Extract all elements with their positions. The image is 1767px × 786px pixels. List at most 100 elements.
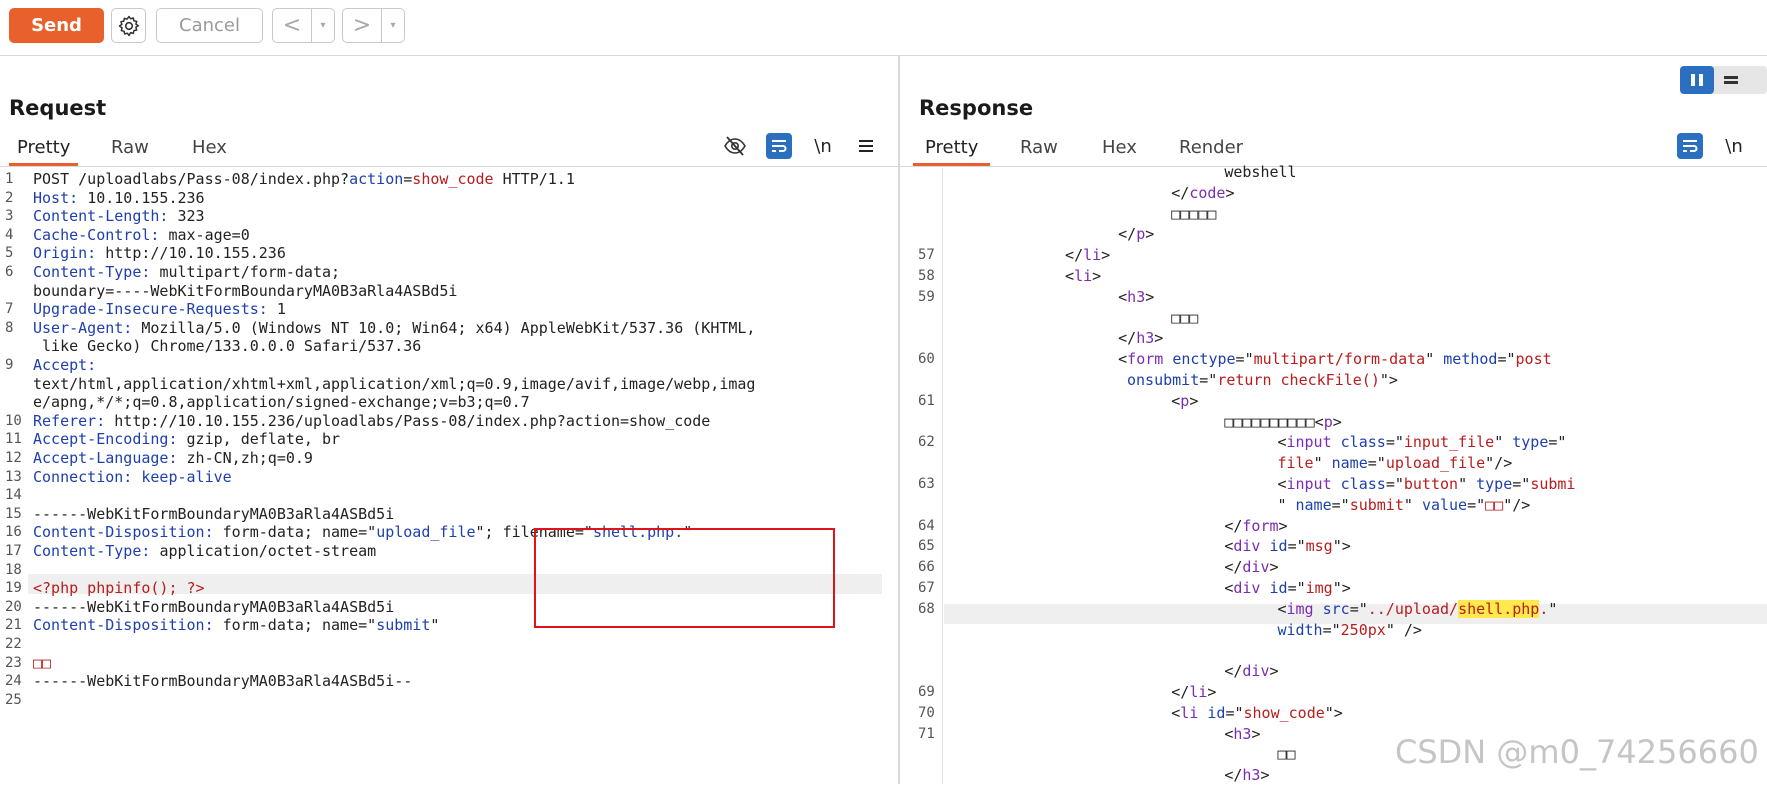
response-token: "/> — [1503, 495, 1531, 514]
hide-nonprintable-button[interactable] — [722, 133, 748, 159]
response-token: li — [1074, 267, 1093, 285]
response-code-line: <h3> — [1118, 287, 1154, 308]
request-token: form-data; name=" — [222, 523, 377, 542]
response-line-number: 59 — [918, 288, 935, 305]
forward-dropdown-icon[interactable]: ▾ — [381, 9, 404, 42]
request-token: max-age=0 — [168, 225, 250, 244]
request-code-line: <?php phpinfo(); ?> — [33, 579, 205, 598]
response-newline-toggle-button[interactable]: \n — [1721, 133, 1747, 159]
response-line-number: 60 — [918, 351, 935, 368]
response-token: < — [1118, 350, 1128, 369]
cancel-button[interactable]: Cancel — [156, 8, 263, 43]
response-line-number: 70 — [918, 704, 935, 721]
response-token: form — [1242, 516, 1279, 535]
response-token: onsubmit — [1127, 371, 1200, 389]
response-code-line: <form enctype="multipart/form-data" meth… — [1118, 349, 1552, 370]
response-token: </ — [1224, 516, 1243, 535]
response-token: > — [1251, 724, 1261, 743]
response-code-line: </h3> — [1224, 765, 1269, 786]
response-token: > — [1092, 267, 1102, 285]
response-line-number: 58 — [918, 268, 935, 284]
list-view-button[interactable] — [1714, 66, 1748, 94]
response-token: enctype — [1163, 350, 1236, 369]
menu-icon — [859, 140, 873, 152]
response-token: h3 — [1233, 724, 1252, 743]
request-line-number: 6 — [5, 264, 14, 280]
back-arrow-icon[interactable]: < — [273, 13, 311, 38]
response-token: < — [1118, 287, 1128, 306]
response-token: "/> — [1485, 454, 1513, 473]
response-token: "> — [1332, 579, 1351, 597]
list-view-icon — [1724, 76, 1738, 84]
response-token: h3 — [1127, 287, 1146, 306]
request-token: text/html,application/xhtml+xml,applicat… — [33, 374, 756, 393]
request-line-number: 2 — [5, 189, 14, 206]
response-token: button — [1403, 475, 1459, 493]
response-line-number: 68 — [918, 600, 935, 617]
request-line-number: 15 — [5, 505, 22, 522]
request-menu-button[interactable] — [853, 133, 879, 159]
request-line-number: 25 — [5, 691, 22, 708]
request-tab-raw[interactable]: Raw — [111, 133, 149, 163]
response-token: " — [1403, 495, 1422, 514]
response-token: li — [1083, 246, 1102, 265]
settings-button[interactable] — [111, 8, 146, 43]
request-code-line: like Gecko) Chrome/133.0.0.0 Safari/537.… — [33, 337, 421, 356]
back-nav[interactable]: < ▾ — [272, 8, 335, 43]
response-token: type — [1512, 433, 1549, 452]
wrap-icon — [772, 140, 787, 152]
request-line-number: 13 — [5, 468, 22, 485]
wrap-toggle-button[interactable] — [766, 133, 792, 159]
request-token: Connection: keep-alive — [33, 467, 232, 486]
split-view-button[interactable] — [1680, 66, 1714, 94]
response-token: =" — [1512, 475, 1531, 493]
back-dropdown-icon[interactable]: ▾ — [311, 9, 334, 42]
request-line-number: 1 — [5, 171, 14, 187]
response-code-line: width="250px" /> — [1277, 620, 1422, 641]
response-token: show_code — [1243, 703, 1325, 722]
response-token: □□□ — [1171, 308, 1199, 327]
response-line-number: 71 — [918, 725, 935, 742]
response-code-line: </h3> — [1118, 328, 1163, 349]
response-code-line: <li> — [1065, 266, 1101, 287]
response-line-number: 65 — [918, 538, 935, 555]
forward-nav[interactable]: > ▾ — [342, 8, 405, 43]
response-token: > — [1332, 412, 1342, 431]
response-wrap-toggle-button[interactable] — [1677, 133, 1703, 159]
response-token: =" — [1385, 475, 1404, 493]
response-token: =" — [1322, 620, 1341, 639]
response-code-line: <h3> — [1224, 724, 1260, 745]
request-code-line: Content-Type: multipart/form-data; — [33, 263, 340, 282]
send-button[interactable]: Send — [9, 8, 104, 43]
request-tab-hex[interactable]: Hex — [192, 133, 227, 163]
response-code-line: □□□□□ — [1171, 204, 1216, 225]
response-tabs-underline — [900, 166, 1767, 167]
response-tab-hex[interactable]: Hex — [1102, 133, 1137, 163]
response-token: =" — [1287, 579, 1306, 597]
response-token: type — [1476, 475, 1513, 493]
response-tab-pretty[interactable]: Pretty — [913, 133, 991, 166]
request-token: zh-CN,zh;q=0.9 — [186, 449, 313, 467]
request-tab-pretty[interactable]: Pretty — [9, 133, 79, 166]
request-line-number: 11 — [5, 431, 22, 448]
request-line-number: 5 — [5, 245, 14, 262]
request-token: action — [349, 170, 404, 188]
request-line-number: 17 — [5, 543, 22, 559]
request-line-number: 20 — [5, 598, 22, 615]
request-line-number: 9 — [5, 357, 14, 373]
response-token: =" — [1199, 371, 1218, 389]
response-token: □□ — [1277, 745, 1296, 764]
request-code-line: □□ — [33, 654, 51, 673]
response-code-line: </div> — [1224, 661, 1278, 682]
request-line-number: 16 — [5, 524, 22, 541]
response-token: " — [1548, 599, 1558, 618]
response-tab-raw[interactable]: Raw — [1020, 133, 1058, 163]
forward-arrow-icon[interactable]: > — [343, 13, 381, 38]
response-code-line: webshell — [1224, 162, 1296, 183]
newline-toggle-button[interactable]: \n — [810, 133, 836, 159]
response-tab-render[interactable]: Render — [1179, 133, 1243, 163]
response-token: p — [1323, 412, 1333, 431]
response-code-line: □□ — [1277, 744, 1295, 765]
request-token: ------WebKitFormBoundaryMA0B3aRla4ASBd5i… — [33, 672, 413, 691]
response-token: □□ — [1485, 495, 1504, 514]
